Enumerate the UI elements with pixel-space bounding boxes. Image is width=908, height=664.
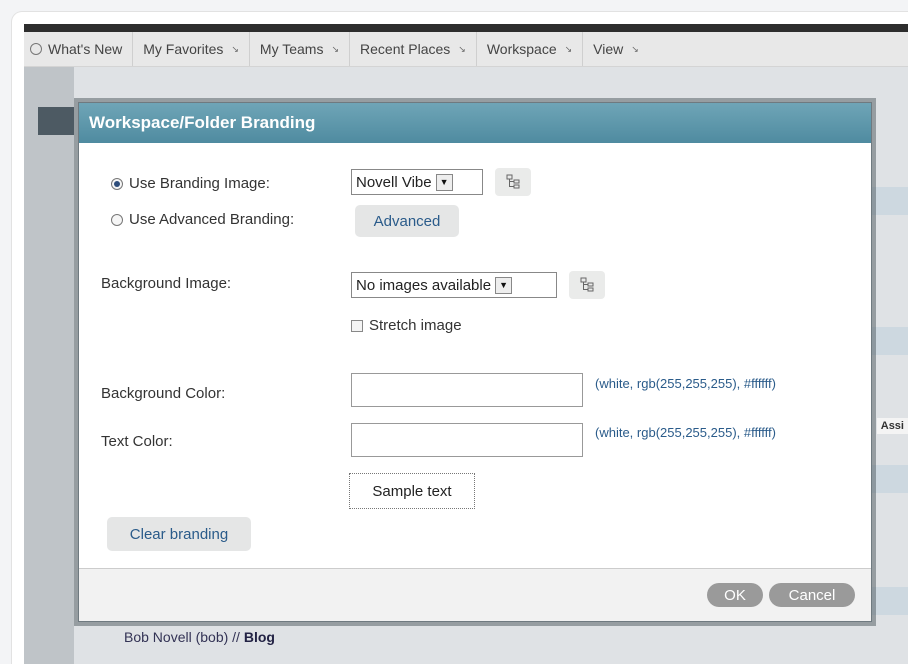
whats-new-icon <box>30 43 42 55</box>
clear-branding-button[interactable]: Clear branding <box>107 517 251 551</box>
nav-item-whats-new[interactable]: What's New <box>24 32 134 66</box>
text-color-hint: (white, rgb(255,255,255), #ffffff) <box>595 425 776 440</box>
branding-image-select[interactable]: Novell Vibe ▼ <box>351 169 483 195</box>
use-advanced-branding-label: Use Advanced Branding: <box>129 211 295 228</box>
dialog-footer: OK Cancel <box>79 568 871 621</box>
top-bar <box>24 24 908 32</box>
use-advanced-branding-option[interactable]: Use Advanced Branding: <box>111 211 294 228</box>
background-sidebar-block <box>38 107 74 135</box>
nav-bar: What's New My Favorites ↘ My Teams ↘ Rec… <box>24 32 908 67</box>
text-color-input[interactable] <box>351 423 583 457</box>
use-branding-image-label: Use Branding Image: <box>129 175 270 192</box>
background-image-label: Background Image: <box>101 275 232 292</box>
nav-item-view[interactable]: View ↘ <box>583 32 649 66</box>
breadcrumb-page[interactable]: Blog <box>244 629 275 645</box>
background-column-header: Assi <box>876 418 908 434</box>
menu-arrow-icon: ↘ <box>331 43 340 54</box>
ok-button[interactable]: OK <box>707 583 763 607</box>
branding-image-value: Novell Vibe <box>356 173 432 191</box>
sample-text-preview: Sample text <box>349 473 475 509</box>
nav-item-label: Recent Places <box>360 41 451 57</box>
nav-item-label: Workspace <box>486 41 557 57</box>
advanced-button[interactable]: Advanced <box>355 205 459 237</box>
menu-arrow-icon: ↘ <box>458 43 466 54</box>
stretch-image-checkbox[interactable] <box>351 319 363 332</box>
background-color-label: Background Color: <box>101 385 226 402</box>
background-color-hint: (white, rgb(255,255,255), #ffffff) <box>595 376 776 391</box>
dialog-title: Workspace/Folder Branding <box>79 103 871 143</box>
breadcrumb-user[interactable]: Bob Novell (bob) // <box>124 629 240 645</box>
browse-background-image-button[interactable] <box>569 271 605 299</box>
dropdown-arrow-icon: ▼ <box>495 276 513 294</box>
tree-browse-icon <box>580 277 594 292</box>
use-branding-image-radio[interactable] <box>111 177 123 190</box>
background-sidebar <box>24 67 74 664</box>
cancel-button[interactable]: Cancel <box>769 583 855 607</box>
menu-arrow-icon: ↘ <box>564 43 573 54</box>
nav-item-recent-places[interactable]: Recent Places ↘ <box>350 32 477 66</box>
use-advanced-branding-radio[interactable] <box>111 213 123 226</box>
nav-item-label: My Favorites <box>143 41 224 57</box>
tree-browse-icon <box>506 174 520 189</box>
background-image-select[interactable]: No images available ▼ <box>351 272 557 298</box>
background-color-input[interactable] <box>351 373 583 407</box>
nav-item-my-teams[interactable]: My Teams ↘ <box>250 32 351 66</box>
nav-item-workspace[interactable]: Workspace ↘ <box>477 32 584 66</box>
nav-item-my-favorites[interactable]: My Favorites ↘ <box>133 32 250 66</box>
dropdown-arrow-icon: ▼ <box>435 173 453 191</box>
browse-branding-image-button[interactable] <box>495 168 531 196</box>
nav-item-label: View <box>593 41 624 57</box>
stretch-image-option[interactable]: Stretch image <box>351 317 462 334</box>
use-branding-image-option[interactable]: Use Branding Image: <box>111 175 270 192</box>
nav-item-label: My Teams <box>259 41 324 57</box>
text-color-label: Text Color: <box>101 433 173 450</box>
nav-item-label: What's New <box>48 41 123 57</box>
branding-dialog: Workspace/Folder Branding Use Branding I… <box>78 102 872 622</box>
menu-arrow-icon: ↘ <box>631 43 639 54</box>
background-image-value: No images available <box>356 276 492 294</box>
menu-arrow-icon: ↘ <box>231 43 239 54</box>
stretch-image-label: Stretch image <box>369 317 462 334</box>
breadcrumb: Bob Novell (bob) // Blog <box>124 629 275 645</box>
